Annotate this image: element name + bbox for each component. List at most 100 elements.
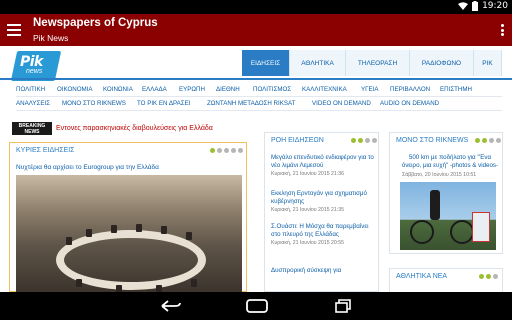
category-health[interactable]: ΥΓΕΙΑ (361, 86, 390, 93)
category-international[interactable]: ΔΙΕΘΝΗ (216, 86, 253, 93)
section-video-on-demand[interactable]: VIDEO ON DEMAND (312, 100, 380, 107)
section-nav: ΑΝΑΛΥΣΕΙΣ ΜΟΝΟ ΣΤΟ RIKNEWS ΤΟ ΡΙΚ ΕΝ ΔΡΑ… (16, 100, 439, 107)
cyclist-photo[interactable] (400, 182, 496, 250)
clock: 19:20 (482, 1, 508, 11)
breaking-news-text[interactable]: Εντονες παρασκηνιακές διαβουλεύσεις για … (56, 125, 213, 132)
wifi-icon (458, 2, 469, 10)
news-item[interactable]: Εκκληση Ερντογάν για σχηματισμό κυβέρνησ… (271, 190, 375, 213)
nav-divider (0, 78, 512, 80)
bike-wheel (450, 220, 474, 244)
chair (76, 279, 82, 287)
pager-dot[interactable] (372, 138, 377, 143)
battery-icon (472, 1, 479, 11)
recent-apps-icon[interactable] (335, 299, 351, 318)
news-item[interactable]: Μεγάλο επενδυτικό ενδιαφέρον για το νέο … (271, 154, 375, 177)
pager-dot[interactable] (482, 138, 487, 143)
pager-dot[interactable] (493, 274, 498, 279)
chair (116, 285, 122, 292)
section-separator (16, 110, 502, 111)
only-riknews-panel: ΜΟΝΟ ΣΤΟ RIKNEWS 500 km με ποδήλατο για … (389, 132, 503, 254)
pager-dot[interactable] (351, 138, 356, 143)
system-navigation-bar (0, 292, 512, 320)
category-science[interactable]: ΕΠΙΣΤΗΜΗ (440, 86, 472, 93)
section-live-riksat[interactable]: ΖΩΝΤΑΝΗ ΜΕΤΑΔΟΣΗ RIKSAT (207, 100, 312, 107)
news-flow-heading: ΡΟΗ ΕΙΔΗΣΕΩΝ (271, 137, 324, 144)
section-only-riknews[interactable]: ΜΟΝΟ ΣΤΟ RIKNEWS (62, 100, 137, 107)
cyclist-figure (430, 190, 440, 220)
logo-subtext: news (26, 68, 43, 75)
carousel-dot[interactable] (231, 148, 236, 153)
sports-news-panel: ΑΘΛΗΤΙΚΑ ΝΕΑ (389, 268, 503, 292)
main-stories-panel: ΚΥΡΙΕΣ ΕΙΔΗΣΕΙΣ Νυχτέρια θα αρχίσει το E… (9, 142, 247, 292)
category-culture[interactable]: ΠΟΛΙΤΙΣΜΟΣ (253, 86, 302, 93)
chair (136, 224, 142, 232)
news-item-title[interactable]: Εκκληση Ερντογάν για σχηματισμό κυβέρνησ… (271, 190, 375, 206)
pager-dot[interactable] (486, 274, 491, 279)
carousel-dot[interactable] (217, 148, 222, 153)
category-environment[interactable]: ΠΕΡΙΒΑΛΛΟΝ (390, 86, 440, 93)
section-rik-in-action[interactable]: ΤΟ ΡΙΚ ΕΝ ΔΡΑΣΕΙ (137, 100, 207, 107)
only-riknews-dots (475, 138, 501, 143)
chair (156, 285, 162, 292)
carousel-dot[interactable] (210, 148, 215, 153)
chair (66, 237, 72, 245)
only-riknews-date: Σάββατο, 20 Ιουνίου 2015 10:51 (402, 172, 477, 178)
status-bar: 19:20 (0, 0, 512, 14)
news-item-title[interactable]: Σ.Ουάστι: Η Μόσχα θα παρεμβαίνει στο πλε… (271, 223, 375, 239)
pager-dot[interactable] (479, 274, 484, 279)
only-riknews-heading: ΜΟΝΟ ΣΤΟ RIKNEWS (396, 137, 469, 144)
chair (86, 229, 92, 237)
news-item-date: Κυριακή, 21 Ιουνίου 2015 20:55 (271, 240, 345, 246)
carousel-dot[interactable] (224, 148, 229, 153)
news-item-title[interactable]: Μεγάλο επενδυτικό ενδιαφέρον για το νέο … (271, 154, 375, 170)
news-item[interactable]: Δυσπρορική σύσκεψη για (271, 267, 375, 275)
sports-dots (479, 274, 498, 279)
main-stories-heading: ΚΥΡΙΕΣ ΕΙΔΗΣΕΙΣ (16, 147, 75, 154)
news-item-date: Κυριακή, 21 Ιουνίου 2015 21:36 (271, 171, 345, 177)
news-item-title[interactable]: Δυσπρορική σύσκεψη για (271, 267, 375, 275)
home-icon[interactable] (246, 299, 268, 318)
category-separator (16, 96, 502, 97)
section-audio-on-demand[interactable]: AUDIO ON DEMAND (380, 100, 439, 107)
status-icons: 19:20 (458, 1, 508, 11)
app-bar: Newspapers of Cyprus Pik News (0, 14, 512, 46)
chair (111, 225, 117, 233)
news-flow-panel: ΡΟΗ ΕΙΔΗΣΕΩΝ Μεγάλο επενδυτικό ενδιαφέρο… (264, 132, 379, 292)
pager-dot[interactable] (496, 138, 501, 143)
news-item[interactable]: Σ.Ουάστι: Η Μόσχα θα παρεμβαίνει στο πλε… (271, 223, 375, 246)
category-economy[interactable]: ΟΙΚΟΝΟΜΙΑ (57, 86, 103, 93)
carousel-dots (210, 148, 243, 153)
category-arts[interactable]: ΚΑΛΛΙΤΕΧΝΙΚΑ (302, 86, 361, 93)
pager-dot[interactable] (365, 138, 370, 143)
category-politics[interactable]: ΠΟΛΙΤΙΚΗ (16, 86, 57, 93)
tab-radio[interactable]: ΡΑΔΙΟΦΩΝΟ (410, 50, 474, 76)
chair (186, 232, 192, 240)
back-icon[interactable] (160, 299, 182, 318)
chair (161, 226, 167, 234)
category-nav: ΠΟΛΙΤΙΚΗ ΟΙΚΟΝΟΜΙΑ ΚΟΙΝΩΝΙΑ ΕΛΛΑΔΑ ΕΥΡΩΠ… (16, 86, 472, 93)
only-riknews-title[interactable]: 500 km με ποδήλατο για "Ένα όνειρο, μια … (400, 154, 500, 170)
section-analyses[interactable]: ΑΝΑΛΥΣΕΙΣ (16, 100, 62, 107)
pager-dot[interactable] (475, 138, 480, 143)
pager-dot[interactable] (358, 138, 363, 143)
news-item-date: Κυριακή, 21 Ιουνίου 2015 21:35 (271, 207, 345, 213)
tab-television[interactable]: ΤΗΛΕΟΡΑΣΗ (346, 50, 410, 76)
tab-rik[interactable]: ΡΙΚ (474, 50, 502, 76)
pager-dot[interactable] (489, 138, 494, 143)
main-headline[interactable]: Νυχτέρια θα αρχίσει το Eurogroup για την… (16, 164, 159, 171)
bike-wheel (410, 220, 434, 244)
breaking-badge-line2: NEWS (24, 129, 40, 135)
tab-sports[interactable]: ΑΘΛΗΤΙΚΑ (290, 50, 346, 76)
category-greece[interactable]: ΕΛΛΑΔΑ (142, 86, 179, 93)
category-society[interactable]: ΚΟΙΝΩΝΙΑ (103, 86, 142, 93)
category-europe[interactable]: ΕΥΡΩΠΗ (179, 86, 216, 93)
top-navigation: ΕΙΔΗΣΕΙΣ ΑΘΛΗΤΙΚΑ ΤΗΛΕΟΡΑΣΗ ΡΑΔΙΟΦΩΝΟ ΡΙ… (242, 50, 502, 76)
overflow-menu-icon[interactable] (501, 24, 504, 36)
app-subtitle: Pik News (33, 33, 69, 43)
chair (191, 279, 197, 287)
eurogroup-meeting-photo[interactable] (16, 175, 242, 292)
carousel-dot[interactable] (238, 148, 243, 153)
sign-board (472, 212, 490, 242)
tab-news[interactable]: ΕΙΔΗΣΕΙΣ (242, 50, 290, 76)
hamburger-menu-icon[interactable] (7, 24, 21, 36)
